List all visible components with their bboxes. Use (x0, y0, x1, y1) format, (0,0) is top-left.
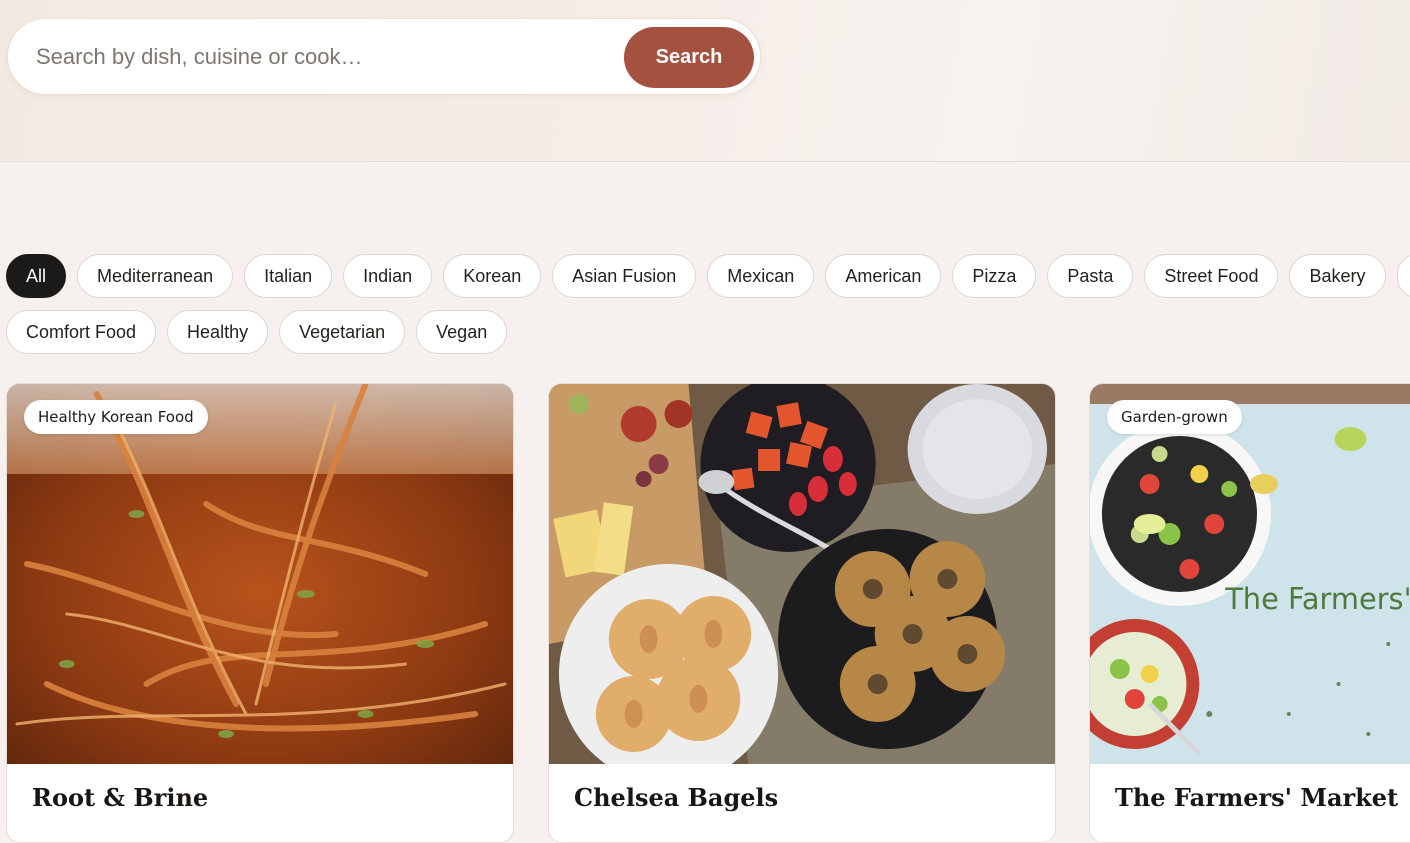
filter-chip-mediterranean[interactable]: Mediterranean (77, 254, 233, 298)
search-bar: Search (7, 18, 761, 95)
card-title: The Farmers' Market (1115, 783, 1398, 812)
filter-chip-healthy[interactable]: Healthy (167, 310, 268, 354)
hero-banner: Search (0, 0, 1410, 162)
filter-chip-american[interactable]: American (825, 254, 941, 298)
restaurant-card[interactable]: Chelsea Bagels (548, 383, 1056, 843)
card-badge: Garden-grown (1107, 400, 1242, 434)
card-title: Chelsea Bagels (574, 783, 778, 812)
filter-chip-pasta[interactable]: Pasta (1047, 254, 1133, 298)
filter-chip-indian[interactable]: Indian (343, 254, 432, 298)
card-title: Root & Brine (32, 783, 208, 812)
filter-chip-mexican[interactable]: Mexican (707, 254, 814, 298)
card-image-text: The Farmers' (1224, 582, 1410, 616)
filter-chip-pizza[interactable]: Pizza (952, 254, 1036, 298)
cuisine-filter-bar: All Mediterranean Italian Indian Korean … (6, 254, 1410, 366)
restaurant-card[interactable]: The Farmers' Garden-grown The Farmers' M… (1089, 383, 1410, 843)
filter-chip-bakery[interactable]: Bakery (1289, 254, 1385, 298)
search-input[interactable] (36, 37, 606, 77)
filter-chip-comfort-food[interactable]: Comfort Food (6, 310, 156, 354)
card-image-noodles (7, 384, 513, 764)
filter-chip-asian-fusion[interactable]: Asian Fusion (552, 254, 696, 298)
filter-chip-street-food[interactable]: Street Food (1144, 254, 1278, 298)
cuisine-filter-row: Comfort Food Healthy Vegetarian Vegan (6, 310, 1410, 354)
restaurant-card[interactable]: Healthy Korean Food Root & Brine (6, 383, 514, 843)
card-badge: Healthy Korean Food (24, 400, 208, 434)
filter-chip-overflow[interactable] (1397, 254, 1410, 298)
card-image-bagels (549, 384, 1055, 764)
filter-chip-vegan[interactable]: Vegan (416, 310, 507, 354)
filter-chip-korean[interactable]: Korean (443, 254, 541, 298)
search-button[interactable]: Search (624, 27, 754, 88)
cuisine-filter-row: All Mediterranean Italian Indian Korean … (6, 254, 1410, 298)
filter-chip-all[interactable]: All (6, 254, 66, 298)
filter-chip-italian[interactable]: Italian (244, 254, 332, 298)
card-image-salads: The Farmers' (1090, 384, 1410, 764)
filter-chip-vegetarian[interactable]: Vegetarian (279, 310, 405, 354)
